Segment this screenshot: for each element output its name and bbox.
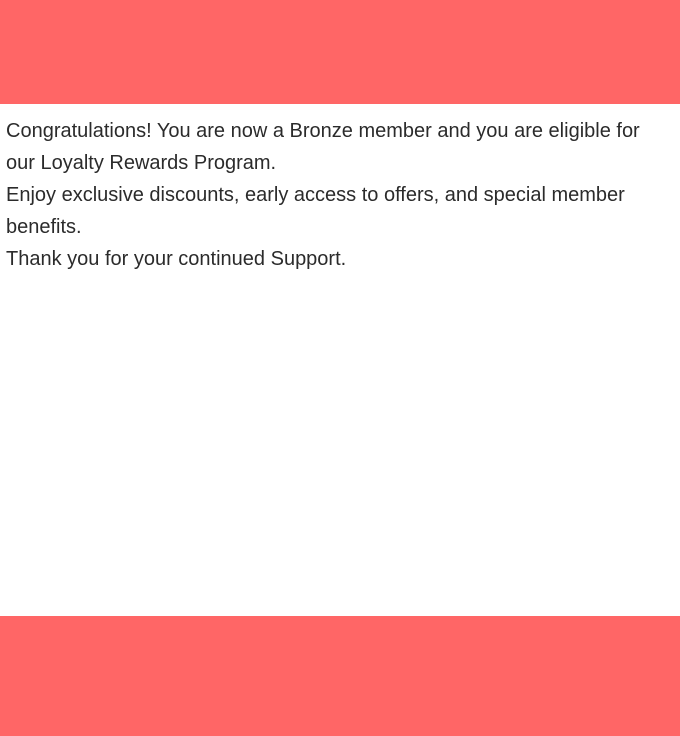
thank-you-text: Thank you for your continued Support.: [6, 248, 347, 270]
email-page: Congratulations! You are now a Bronze me…: [0, 0, 680, 736]
congratulations-text: Congratulations! You are now a Bronze me…: [6, 120, 640, 174]
message-body: Congratulations! You are now a Bronze me…: [6, 115, 674, 275]
benefits-text: Enjoy exclusive discounts, early access …: [6, 184, 625, 238]
footer-banner: [0, 616, 680, 736]
header-banner: [0, 0, 680, 104]
